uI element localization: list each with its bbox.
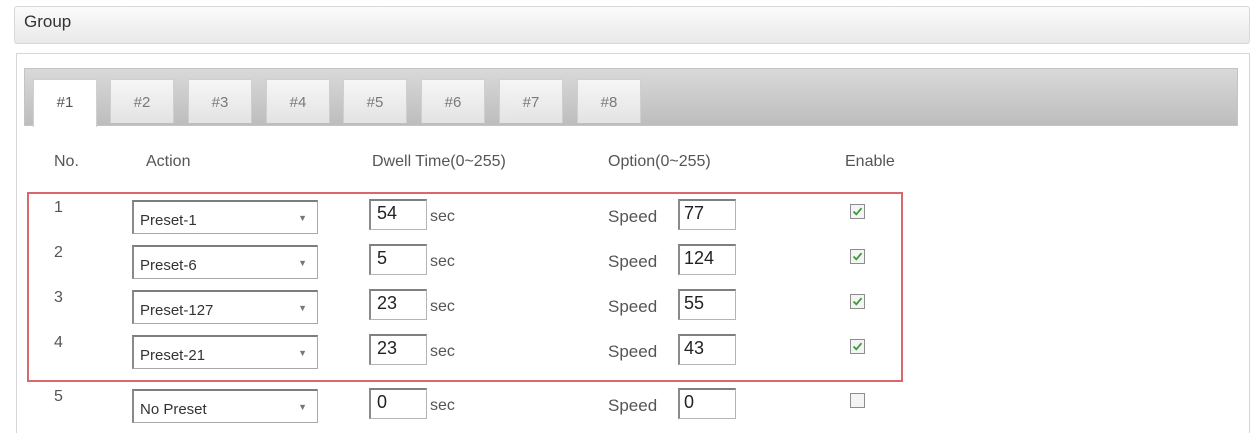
speed-label: Speed [608,297,658,316]
dropdown-arrow-icon: ▼ [298,258,307,268]
row-number: 1 [54,199,63,216]
dwell-unit-label: sec [430,208,455,225]
column-header-no: No. [54,153,79,170]
tab-7[interactable]: #7 [499,79,563,123]
speed-input[interactable]: 77 [678,199,736,230]
column-header-enable: Enable [845,153,895,170]
dwell-unit-label: sec [430,343,455,360]
action-select-value: Preset-6 [140,257,197,274]
checkmark-icon [852,342,863,351]
speed-label: Speed [608,396,658,415]
enable-checkbox[interactable] [850,294,865,309]
dwell-unit-label: sec [430,298,455,315]
speed-input[interactable]: 43 [678,334,736,365]
checkmark-icon [852,207,863,216]
table-row: 2 Preset-6 ▼ 5 sec Speed 124 [0,244,1252,284]
tab-5[interactable]: #5 [343,79,407,123]
dwell-unit-label: sec [430,253,455,270]
dropdown-arrow-icon: ▼ [298,348,307,358]
speed-input[interactable]: 55 [678,289,736,320]
action-select-value: Preset-1 [140,212,197,229]
action-select[interactable]: Preset-21 ▼ [132,335,318,369]
action-select[interactable]: No Preset ▼ [132,389,318,423]
checkmark-icon [852,297,863,306]
speed-label: Speed [608,207,658,226]
action-select[interactable]: Preset-127 ▼ [132,290,318,324]
enable-checkbox[interactable] [850,249,865,264]
checkmark-icon [852,252,863,261]
group-header [14,6,1250,44]
dwell-time-input[interactable]: 23 [369,289,427,320]
action-select-value: Preset-127 [140,302,214,319]
speed-input[interactable]: 124 [678,244,736,275]
dropdown-arrow-icon: ▼ [298,213,307,223]
enable-checkbox[interactable] [850,339,865,354]
dwell-time-input[interactable]: 0 [369,388,427,419]
action-select[interactable]: Preset-1 ▼ [132,200,318,234]
row-number: 2 [54,244,63,261]
dwell-time-input[interactable]: 23 [369,334,427,365]
row-number: 4 [54,334,63,351]
row-number: 5 [54,388,63,405]
enable-checkbox[interactable] [850,204,865,219]
enable-checkbox[interactable] [850,393,865,408]
speed-input[interactable]: 0 [678,388,736,419]
action-select-value: Preset-21 [140,347,206,364]
tab-8[interactable]: #8 [577,79,641,123]
tab-2[interactable]: #2 [110,79,174,123]
speed-label: Speed [608,252,658,271]
dwell-time-input[interactable]: 54 [369,199,427,230]
tab-4[interactable]: #4 [266,79,330,123]
column-header-dwell-time: Dwell Time(0~255) [372,153,506,170]
column-header-action: Action [146,153,191,170]
table-row: 4 Preset-21 ▼ 23 sec Speed 43 [0,334,1252,374]
speed-label: Speed [608,342,658,361]
action-select-value: No Preset [140,401,207,418]
tab-1[interactable]: #1 [33,79,97,127]
table-row: 1 Preset-1 ▼ 54 sec Speed 77 [0,199,1252,239]
column-header-option: Option(0~255) [608,153,711,170]
dwell-unit-label: sec [430,397,455,414]
dropdown-arrow-icon: ▼ [298,402,307,412]
action-select[interactable]: Preset-6 ▼ [132,245,318,279]
table-row: 3 Preset-127 ▼ 23 sec Speed 55 [0,289,1252,329]
table-row: 5 No Preset ▼ 0 sec Speed 0 [0,388,1252,428]
row-number: 3 [54,289,63,306]
dropdown-arrow-icon: ▼ [298,303,307,313]
group-title: Group [24,12,72,31]
dwell-time-input[interactable]: 5 [369,244,427,275]
tab-6[interactable]: #6 [421,79,485,123]
tab-3[interactable]: #3 [188,79,252,123]
